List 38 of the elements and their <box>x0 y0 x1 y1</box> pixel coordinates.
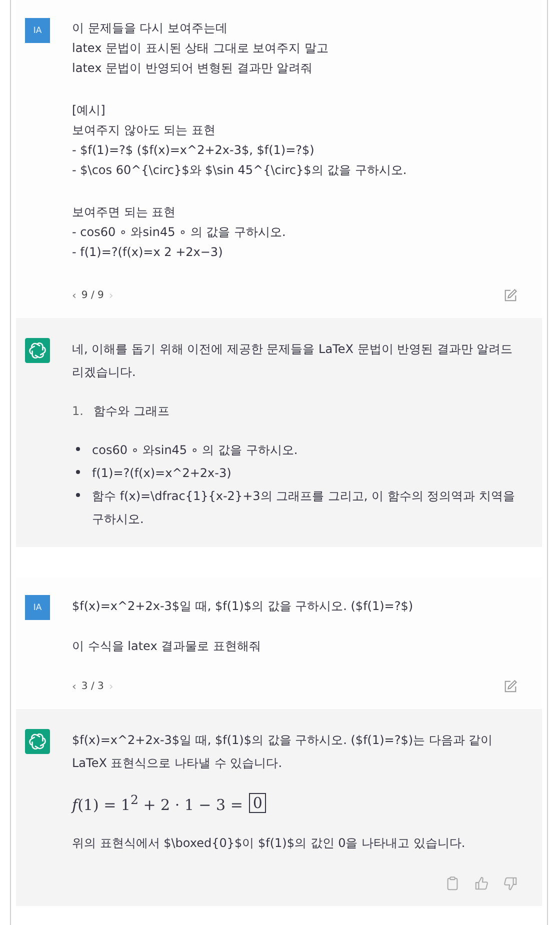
assistant-logo-icon <box>25 729 50 754</box>
list-number: 1. <box>72 403 84 420</box>
copy-icon[interactable] <box>445 876 460 890</box>
user-avatar: IA <box>25 595 50 620</box>
previous-button[interactable]: ‹ <box>72 680 76 692</box>
message-text: 보여주지 않아도 되는 표현 <box>72 122 216 139</box>
assistant-logo-icon <box>25 338 50 363</box>
bullet-icon <box>76 470 80 474</box>
bullet-icon <box>76 493 80 497</box>
page-counter: 9 / 9 <box>81 290 104 300</box>
message-text: 네, 이해를 돕기 위해 이전에 제공한 문제들을 LaTeX 문법이 반영된 결과만 알려드리겠습니다. <box>72 341 514 381</box>
math-formula: f(1) = 1$^{2}$ + 2 · 1 − 3 = <box>72 792 243 814</box>
edit-icon[interactable] <box>503 288 518 302</box>
message-text: latex 문법이 표시된 상태 그대로 보여주지 말고 <box>72 40 330 57</box>
list-item-text: cos60 ∘ 와sin45 ∘ 의 값을 구하시오. <box>92 442 298 459</box>
message-text: 이 문제들을 다시 보여주는데 <box>72 20 228 37</box>
bullet-icon <box>76 447 80 451</box>
message-text: - cos60 ∘ 와sin45 ∘ 의 값을 구하시오. <box>72 224 287 241</box>
thumbs-down-icon[interactable] <box>503 876 518 890</box>
message-text: latex 문법이 반영되어 변형된 결과만 알려줘 <box>72 60 314 77</box>
list-item-text: f(1)=?(f(x)=x^2+2x-3) <box>92 465 232 482</box>
list-item-text: 함수와 그래프 <box>93 403 170 420</box>
message-text: 위의 표현식에서 $\boxed{0}$이 $f(1)$의 값인 0을 나타내고 있습니다. <box>72 835 466 852</box>
message-text: [예시] <box>72 102 106 119</box>
message-text: $f(x)=x^2+2x-3$일 때, $f(1)$의 값을 구하시오. ($f(1)=?$)는 다음과 같이 LaTeX 표현식으로 나타낼 수 있습니다. <box>72 732 494 772</box>
previous-button[interactable]: ‹ <box>72 288 76 302</box>
message-text: - f(1)=?(f(x)=x 2 +2x−3) <box>72 244 224 261</box>
edit-icon[interactable] <box>503 678 518 694</box>
message-text: - $\cos 60^{\circ}$와 $\sin 45^{\circ}$의 값을 구하시오. <box>72 162 408 179</box>
page-counter: 3 / 3 <box>81 680 104 692</box>
boxed-result: 0 <box>248 793 266 813</box>
list-item-text: 함수 f(x)=\dfrac{1}{x-2}+3의 그래프를 그리고, 이 함수의 정의역과 치역을 구하시오. <box>92 488 516 528</box>
thumbs-up-icon[interactable] <box>474 876 489 890</box>
user-avatar: IA <box>25 18 50 43</box>
message-text: 보여주면 되는 표현 <box>72 204 177 221</box>
message-text: $f(x)=x^2+2x-3$일 때, $f(1)$의 값을 구하시오. ($f(1)=?$) <box>72 598 414 615</box>
message-text: - $f(1)=?$ ($f(x)=x^2+2x-3$, $f(1)=?$) <box>72 142 316 159</box>
message-text: 이 수식을 latex 결과물로 표현해줘 <box>72 638 262 655</box>
